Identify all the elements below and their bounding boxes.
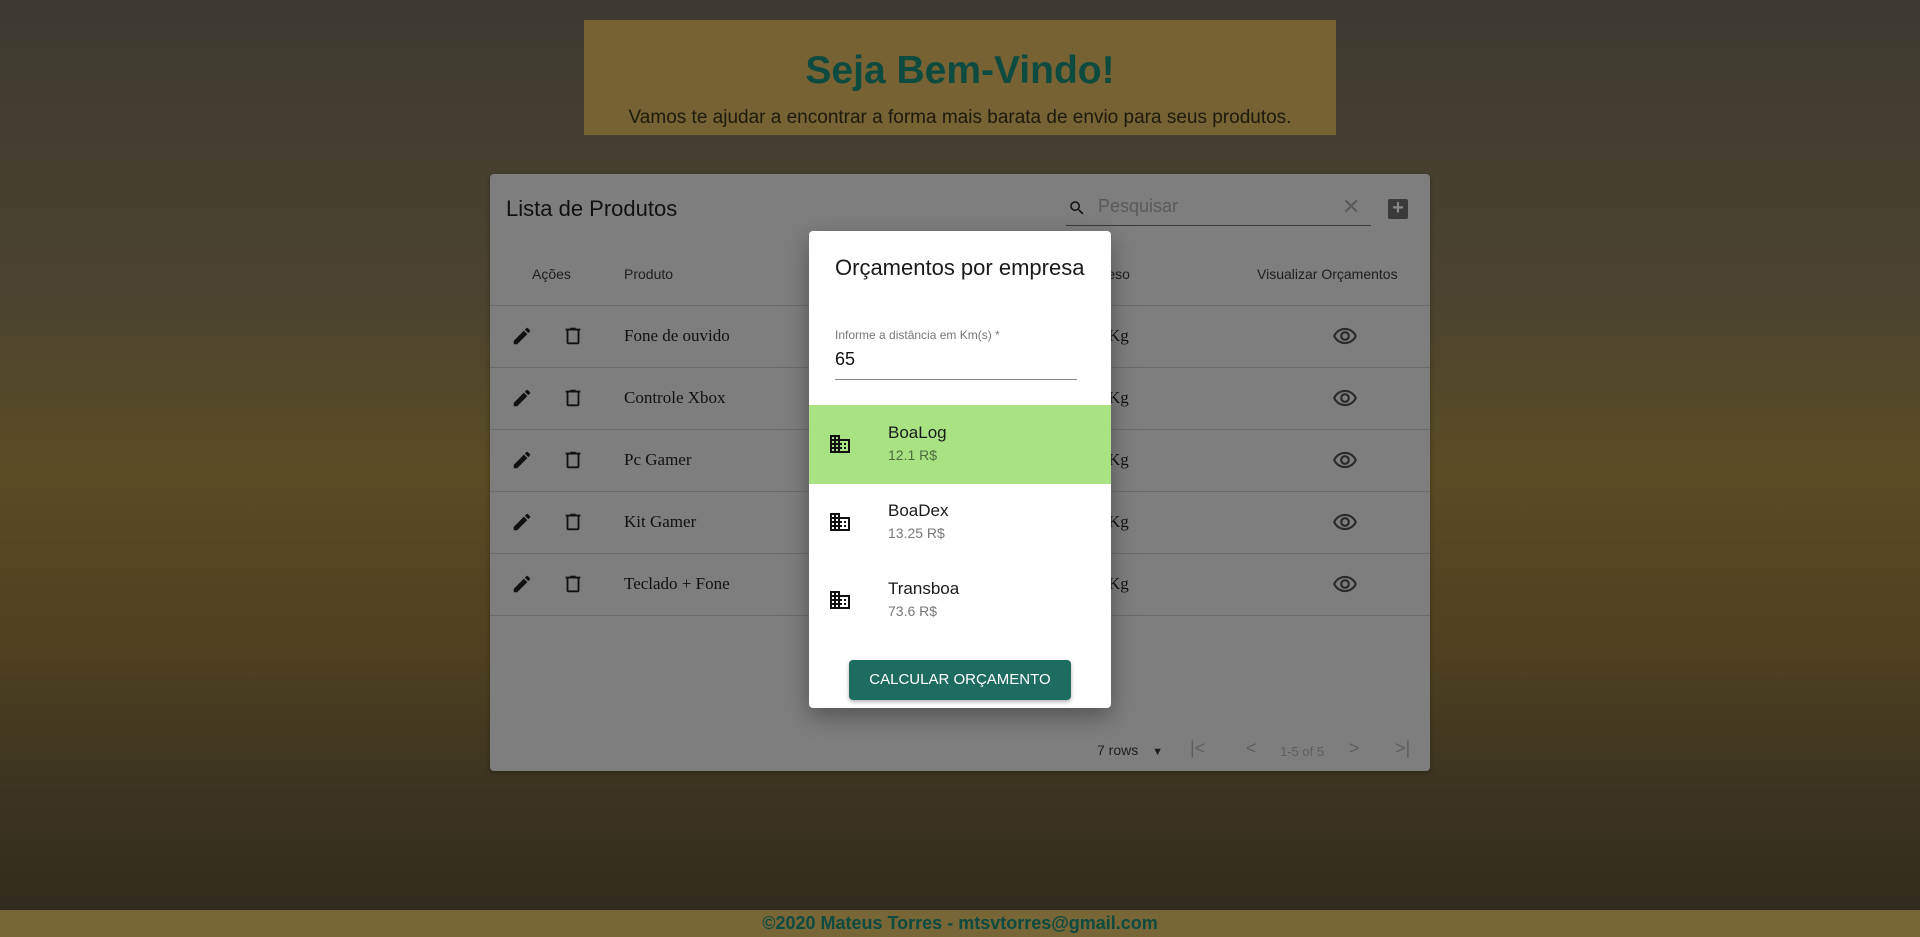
first-page-icon[interactable]: |< xyxy=(1190,738,1205,759)
product-weight: Kg xyxy=(1108,574,1129,593)
distance-label: Informe a distância em Km(s) * xyxy=(835,328,1000,342)
welcome-title: Seja Bem-Vindo! xyxy=(805,49,1115,92)
dropdown-arrow-icon: ▼ xyxy=(1152,746,1164,758)
rows-per-page-value: 7 rows xyxy=(1097,742,1139,758)
view-quotes-eye-icon[interactable] xyxy=(1332,385,1358,416)
building-icon xyxy=(828,432,852,461)
building-icon xyxy=(828,510,852,539)
delete-icon[interactable] xyxy=(562,511,584,538)
product-name: Kit Gamer xyxy=(624,512,697,531)
header-product: Produto xyxy=(624,266,674,282)
view-quotes-eye-icon[interactable] xyxy=(1332,571,1358,602)
rows-per-page-select[interactable]: 7 rows ▼ xyxy=(1097,742,1163,758)
view-quotes-eye-icon[interactable] xyxy=(1332,509,1358,540)
delete-icon[interactable] xyxy=(562,573,584,600)
edit-icon[interactable] xyxy=(511,449,533,476)
company-name: BoaLog xyxy=(888,423,947,442)
view-quotes-eye-icon[interactable] xyxy=(1332,447,1358,478)
company-price: 73.6 R$ xyxy=(888,603,938,619)
product-weight: Kg xyxy=(1108,512,1129,531)
table-title: Lista de Produtos xyxy=(506,196,678,221)
header-actions: Ações xyxy=(532,266,571,282)
welcome-banner: Seja Bem-Vindo! Vamos te ajudar a encont… xyxy=(584,20,1336,135)
edit-icon[interactable] xyxy=(511,387,533,414)
edit-icon[interactable] xyxy=(511,573,533,600)
dialog-title: Orçamentos por empresa xyxy=(835,255,1085,280)
search-input[interactable]: Pesquisar xyxy=(1098,196,1178,217)
product-name: Fone de ouvido xyxy=(624,326,730,345)
header-view-quotes: Visualizar Orçamentos xyxy=(1257,266,1398,282)
search-icon xyxy=(1070,201,1084,215)
quotes-dialog: Orçamentos por empresa Informe a distânc… xyxy=(809,231,1111,708)
edit-icon[interactable] xyxy=(511,511,533,538)
delete-icon[interactable] xyxy=(562,325,584,352)
distance-input[interactable]: 65 xyxy=(835,349,855,370)
page-range: 1-5 of 5 xyxy=(1280,744,1325,759)
company-price: 12.1 R$ xyxy=(888,447,938,463)
product-name: Pc Gamer xyxy=(624,450,692,469)
company-quote-item[interactable]: BoaDex 13.25 R$ xyxy=(809,483,1111,562)
product-name: Teclado + Fone xyxy=(624,574,730,593)
add-product-button[interactable]: + xyxy=(1388,198,1408,219)
delete-icon[interactable] xyxy=(562,387,584,414)
company-name: Transboa xyxy=(888,579,960,598)
company-price: 13.25 R$ xyxy=(888,525,945,541)
company-quote-item[interactable]: Transboa 73.6 R$ xyxy=(809,561,1111,640)
welcome-subtitle: Vamos te ajudar a encontrar a forma mais… xyxy=(628,107,1292,128)
company-quote-item[interactable]: BoaLog 12.1 R$ xyxy=(809,405,1111,484)
clear-search-icon[interactable]: ✕ xyxy=(1342,194,1360,220)
prev-page-icon[interactable]: < xyxy=(1246,738,1257,759)
delete-icon[interactable] xyxy=(562,449,584,476)
product-name: Controle Xbox xyxy=(624,388,726,407)
product-weight: Kg xyxy=(1108,326,1129,345)
search-field[interactable]: Pesquisar ✕ xyxy=(1066,190,1371,226)
calculate-quote-button[interactable]: CALCULAR ORÇAMENTO xyxy=(849,660,1071,700)
next-page-icon[interactable]: > xyxy=(1349,738,1360,759)
building-icon xyxy=(828,588,852,617)
last-page-icon[interactable]: >| xyxy=(1395,738,1410,759)
footer: ©2020 Mateus Torres - mtsvtorres@gmail.c… xyxy=(0,910,1920,937)
input-underline xyxy=(835,379,1077,380)
product-weight: Kg xyxy=(1108,388,1129,407)
edit-icon[interactable] xyxy=(511,325,533,352)
company-name: BoaDex xyxy=(888,501,949,520)
product-weight: Kg xyxy=(1108,450,1129,469)
view-quotes-eye-icon[interactable] xyxy=(1332,323,1358,354)
